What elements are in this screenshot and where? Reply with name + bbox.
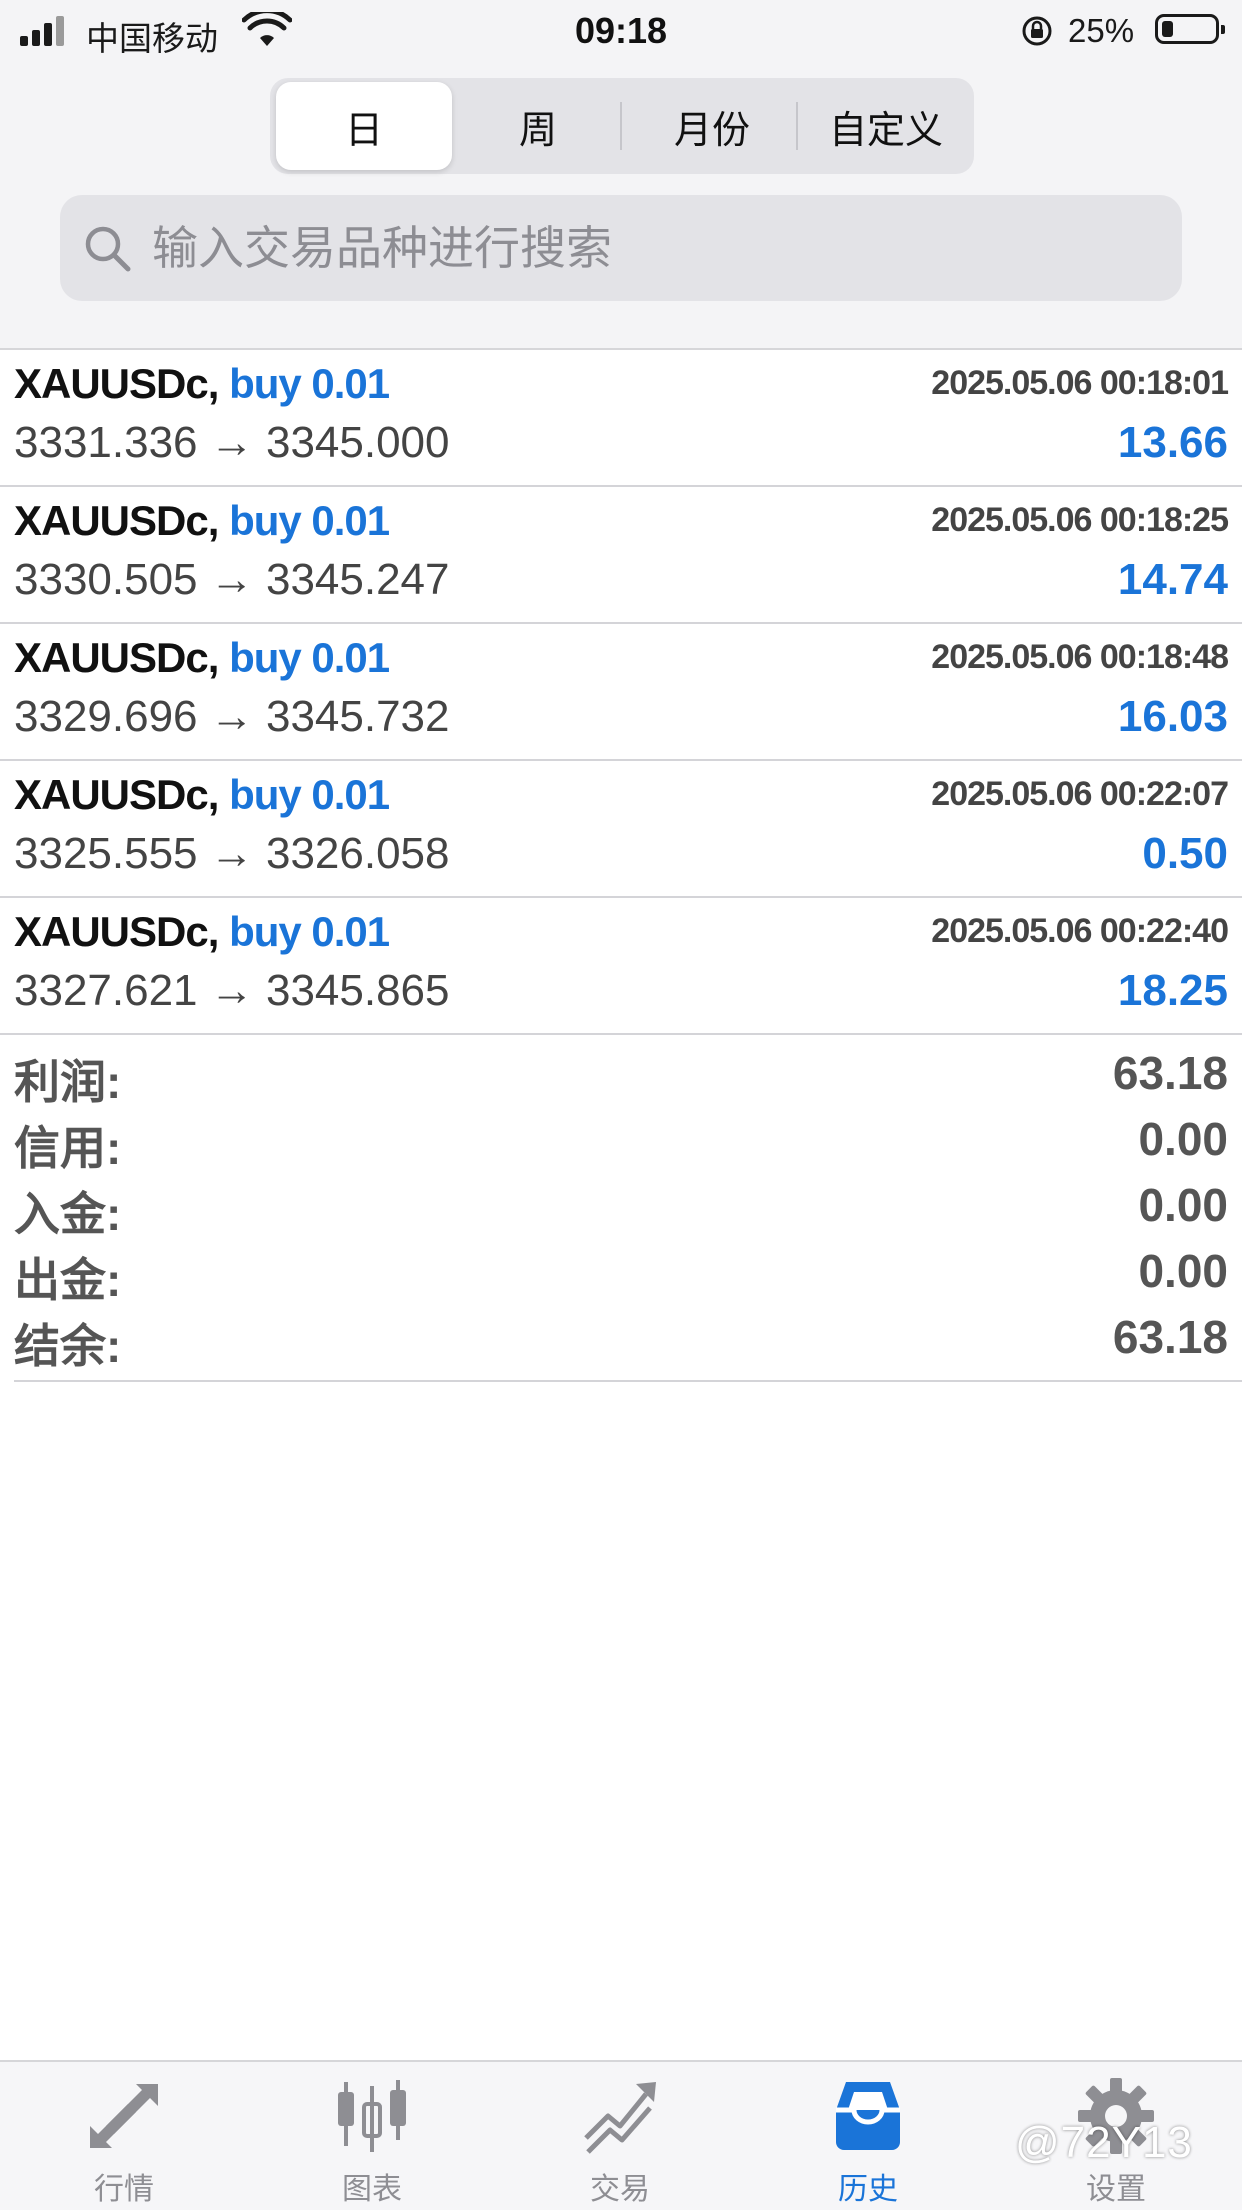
deal-profit: 14.74 [1117, 555, 1228, 604]
deal-profit: 13.66 [1117, 418, 1228, 467]
deal-symbol: XAUUSDc, [14, 771, 219, 818]
header-area: 中国移动 09:18 25% 日 周 月份 自定义 [0, 0, 1242, 350]
period-tab-day[interactable]: 日 [276, 82, 452, 170]
period-tab-month[interactable]: 月份 [624, 82, 800, 170]
rotation-lock-icon [1022, 16, 1052, 46]
deal-type-volume: buy 0.01 [229, 360, 390, 407]
trade-trend-icon [584, 2082, 656, 2154]
deals-list: XAUUSDc, buy 0.01 2025.05.06 00:18:01 33… [0, 350, 1242, 1035]
deal-profit: 18.25 [1117, 966, 1228, 1015]
summary-value: 0.00 [1138, 1179, 1228, 1231]
summary-label: 利润: [14, 1056, 122, 1108]
deal-symbol: XAUUSDc, [14, 634, 219, 681]
watermark: @72Y13 [1015, 2118, 1193, 2167]
tab-label: 交易 [590, 2173, 650, 2206]
tab-quotes[interactable]: 行情 [0, 2062, 248, 2210]
summary-label: 结余: [14, 1320, 122, 1372]
tab-label: 行情 [94, 2173, 154, 2206]
deal-row[interactable]: XAUUSDc, buy 0.01 2025.05.06 00:18:01 33… [0, 350, 1242, 487]
period-segmented-control: 日 周 月份 自定义 [270, 78, 974, 174]
battery-percent: 25% [1068, 12, 1135, 49]
tab-label: 历史 [838, 2173, 898, 2206]
deal-profit: 0.50 [1142, 829, 1228, 878]
summary-divider [14, 1380, 1242, 1382]
summary-value: 0.00 [1138, 1113, 1228, 1165]
deal-profit: 16.03 [1117, 692, 1228, 741]
tab-label: 设置 [1086, 2173, 1146, 2206]
status-bar: 中国移动 09:18 25% [0, 0, 1242, 62]
tab-history[interactable]: 历史 [744, 2062, 992, 2210]
summary-label: 信用: [14, 1122, 122, 1174]
summary-row-profit: 利润: 63.18 [14, 1042, 1242, 1108]
deal-type-volume: buy 0.01 [229, 771, 390, 818]
tab-chart[interactable]: 图表 [248, 2062, 496, 2210]
summary-value: 63.18 [1112, 1047, 1228, 1099]
search-bar[interactable] [60, 195, 1182, 301]
deal-time: 2025.05.06 00:18:48 [931, 638, 1229, 676]
quotes-arrows-icon [90, 2084, 158, 2148]
deal-type-volume: buy 0.01 [229, 634, 390, 681]
deal-row[interactable]: XAUUSDc, buy 0.01 2025.05.06 00:18:25 33… [0, 487, 1242, 624]
deal-time: 2025.05.06 00:22:40 [931, 912, 1229, 950]
deal-time: 2025.05.06 00:22:07 [931, 775, 1229, 813]
deal-row[interactable]: XAUUSDc, buy 0.01 2025.05.06 00:18:48 33… [0, 624, 1242, 761]
summary-row-withdrawal: 出金: 0.00 [14, 1240, 1242, 1306]
deal-prices: 3325.555 → 3326.058 [14, 829, 450, 878]
deal-row[interactable]: XAUUSDc, buy 0.01 2025.05.06 00:22:07 33… [0, 761, 1242, 898]
deal-prices: 3327.621 → 3345.865 [14, 966, 450, 1015]
battery-icon [1155, 14, 1225, 44]
deal-symbol: XAUUSDc, [14, 360, 219, 407]
search-input[interactable] [152, 195, 1152, 301]
deal-type-volume: buy 0.01 [229, 908, 390, 955]
deal-symbol: XAUUSDc, [14, 497, 219, 544]
tab-trade[interactable]: 交易 [496, 2062, 744, 2210]
segment-divider [620, 102, 622, 150]
deal-symbol: XAUUSDc, [14, 908, 219, 955]
summary-value: 0.00 [1138, 1245, 1228, 1297]
deal-type-volume: buy 0.01 [229, 497, 390, 544]
chart-candles-icon [338, 2080, 406, 2152]
summary-row-deposit: 入金: 0.00 [14, 1174, 1242, 1240]
status-time: 09:18 [574, 10, 668, 51]
summary-value: 63.18 [1112, 1311, 1228, 1363]
summary-label: 入金: [14, 1188, 122, 1240]
deal-prices: 3330.505 → 3345.247 [14, 555, 450, 604]
period-tab-custom[interactable]: 自定义 [798, 82, 974, 170]
deal-time: 2025.05.06 00:18:25 [931, 501, 1229, 539]
deal-time: 2025.05.06 00:18:01 [931, 364, 1229, 402]
deal-prices: 3329.696 → 3345.732 [14, 692, 450, 741]
account-summary: 利润: 63.18 信用: 0.00 入金: 0.00 出金: 0.00 结余:… [14, 1042, 1242, 1372]
search-icon [85, 226, 131, 272]
summary-label: 出金: [14, 1254, 122, 1306]
summary-row-credit: 信用: 0.00 [14, 1108, 1242, 1174]
summary-row-balance: 结余: 63.18 [14, 1306, 1242, 1372]
history-inbox-icon [836, 2082, 900, 2150]
deal-prices: 3331.336 → 3345.000 [14, 418, 450, 467]
tab-label: 图表 [342, 2173, 402, 2206]
deal-row[interactable]: XAUUSDc, buy 0.01 2025.05.06 00:22:40 33… [0, 898, 1242, 1035]
period-tab-week[interactable]: 周 [450, 82, 626, 170]
